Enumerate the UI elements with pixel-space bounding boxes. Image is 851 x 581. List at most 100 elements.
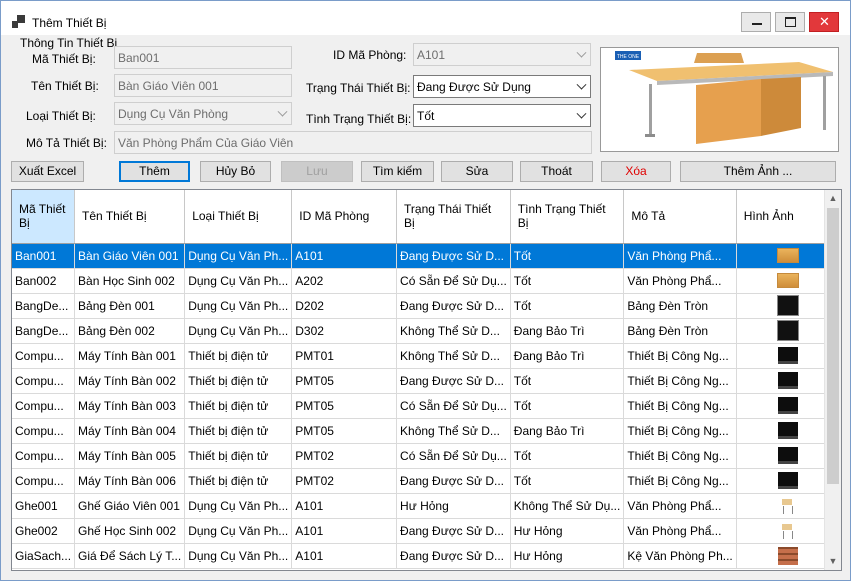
table-cell[interactable]: D202: [291, 293, 398, 319]
table-cell[interactable]: Đang Bảo Trì: [510, 418, 625, 444]
table-row[interactable]: Ban002 Bàn Học Sinh 002 Dụng Cụ Văn Ph... A…: [12, 268, 841, 294]
table-cell[interactable]: Đang Được Sử D...: [396, 518, 511, 544]
table-cell[interactable]: GiaSach...: [12, 543, 76, 569]
table-cell[interactable]: Thiết Bị Công Ng...: [623, 343, 737, 369]
table-cell[interactable]: PMT05: [291, 418, 398, 444]
table-cell[interactable]: PMT01: [291, 343, 398, 369]
table-cell[interactable]: Hư Hỏng: [510, 543, 625, 569]
table-cell[interactable]: Văn Phòng Phẩ...: [623, 493, 737, 519]
table-cell[interactable]: Compu...: [12, 468, 76, 494]
table-cell[interactable]: Bảng Đèn 001: [74, 293, 186, 319]
table-cell[interactable]: Dụng Cụ Văn Ph...: [184, 293, 293, 319]
cancel-button[interactable]: Hủy Bỏ: [200, 161, 271, 182]
table-cell[interactable]: Không Thể Sử Dụ...: [510, 493, 625, 519]
table-cell[interactable]: Tốt: [510, 468, 625, 494]
trang-thai-combobox[interactable]: Đang Được Sử Dụng: [413, 75, 591, 98]
table-cell[interactable]: Không Thể Sử D...: [396, 418, 511, 444]
table-cell[interactable]: A101: [291, 543, 398, 569]
table-cell[interactable]: Đang Bảo Trì: [510, 318, 625, 344]
table-cell[interactable]: Máy Tính Bàn 003: [74, 393, 186, 419]
edit-button[interactable]: Sửa: [441, 161, 513, 182]
table-row[interactable]: Compu... Máy Tính Bàn 002 Thiết bị điện tử…: [12, 368, 841, 394]
table-cell[interactable]: Thiết Bị Công Ng...: [623, 468, 737, 494]
table-cell[interactable]: Ban001: [12, 243, 76, 269]
table-cell[interactable]: Thiết bị điện tử: [184, 443, 293, 469]
table-row[interactable]: Compu... Máy Tính Bàn 001 Thiết bị điện tử…: [12, 343, 841, 369]
table-cell[interactable]: Văn Phòng Phẩ...: [623, 243, 737, 269]
table-cell[interactable]: Máy Tính Bàn 006: [74, 468, 186, 494]
table-row[interactable]: Ghe001 Ghế Giáo Viên 001 Dụng Cụ Văn Ph...…: [12, 493, 841, 519]
scroll-thumb[interactable]: [827, 208, 839, 484]
table-cell[interactable]: Đang Được Sử D...: [396, 468, 511, 494]
device-picture-box[interactable]: THE ONE: [600, 47, 839, 152]
table-cell[interactable]: Văn Phòng Phẩ...: [623, 518, 737, 544]
title-bar[interactable]: Thêm Thiết Bị ✕: [1, 1, 850, 35]
table-cell[interactable]: Bàn Học Sinh 002: [74, 268, 186, 294]
export-excel-button[interactable]: Xuất Excel: [11, 161, 84, 182]
table-row[interactable]: GiaSach... Giá Để Sách Lý T... Dụng Cụ Văn…: [12, 543, 841, 569]
table-cell[interactable]: Thiết bị điện tử: [184, 393, 293, 419]
table-cell[interactable]: BangDe...: [12, 318, 76, 344]
header-loai-thiet-bi[interactable]: Loại Thiết Bị: [184, 190, 293, 244]
maximize-button[interactable]: [775, 12, 805, 32]
table-cell[interactable]: Tốt: [510, 368, 625, 394]
table-cell[interactable]: Bàn Giáo Viên 001: [74, 243, 186, 269]
table-cell[interactable]: Tốt: [510, 443, 625, 469]
table-cell[interactable]: A202: [291, 268, 398, 294]
table-cell[interactable]: Bảng Đèn Tròn: [623, 293, 737, 319]
table-cell[interactable]: Tốt: [510, 293, 625, 319]
table-cell[interactable]: Tốt: [510, 268, 625, 294]
table-cell[interactable]: Ghế Học Sinh 002: [74, 518, 186, 544]
table-cell[interactable]: Đang Được Sử D...: [396, 368, 511, 394]
header-ma-thiet-bi[interactable]: Mã Thiết Bị: [12, 190, 76, 244]
table-cell[interactable]: Dụng Cụ Văn Ph...: [184, 493, 293, 519]
loai-thiet-bi-combobox[interactable]: Dụng Cụ Văn Phòng: [114, 102, 292, 125]
delete-button[interactable]: Xóa: [601, 161, 671, 182]
table-cell[interactable]: PMT02: [291, 468, 398, 494]
table-cell[interactable]: Compu...: [12, 443, 76, 469]
table-row[interactable]: Ban001 Bàn Giáo Viên 001 Dụng Cụ Văn Ph...…: [12, 243, 841, 269]
header-mo-ta[interactable]: Mô Tả: [623, 190, 737, 244]
table-cell[interactable]: Hư Hỏng: [510, 518, 625, 544]
table-cell[interactable]: Máy Tính Bàn 001: [74, 343, 186, 369]
table-cell[interactable]: Không Thể Sử D...: [396, 343, 511, 369]
ma-thiet-bi-field[interactable]: Ban001: [114, 46, 292, 69]
table-cell[interactable]: Ban002: [12, 268, 76, 294]
close-button[interactable]: ✕: [809, 12, 839, 32]
table-cell[interactable]: Có Sẵn Để Sử Dụ...: [396, 443, 511, 469]
table-cell[interactable]: Dụng Cụ Văn Ph...: [184, 518, 293, 544]
table-cell[interactable]: PMT05: [291, 368, 398, 394]
table-row[interactable]: Compu... Máy Tính Bàn 004 Thiết bị điện tử…: [12, 418, 841, 444]
table-cell[interactable]: Tốt: [510, 393, 625, 419]
table-cell[interactable]: A101: [291, 518, 398, 544]
table-row[interactable]: Compu... Máy Tính Bàn 006 Thiết bị điện tử…: [12, 468, 841, 494]
scroll-down-arrow-icon[interactable]: ▼: [825, 553, 841, 570]
table-cell[interactable]: Compu...: [12, 393, 76, 419]
table-cell[interactable]: Compu...: [12, 418, 76, 444]
table-cell[interactable]: Bảng Đèn 002: [74, 318, 186, 344]
table-cell[interactable]: Đang Được Sử D...: [396, 543, 511, 569]
minimize-button[interactable]: [741, 12, 771, 32]
table-cell[interactable]: Đang Bảo Trì: [510, 343, 625, 369]
table-cell[interactable]: Máy Tính Bàn 002: [74, 368, 186, 394]
exit-button[interactable]: Thoát: [520, 161, 593, 182]
table-cell[interactable]: A101: [291, 243, 398, 269]
table-row[interactable]: Compu... Máy Tính Bàn 003 Thiết bị điện tử…: [12, 393, 841, 419]
table-cell[interactable]: Giá Để Sách Lý T...: [74, 543, 186, 569]
table-cell[interactable]: Ghe001: [12, 493, 76, 519]
table-cell[interactable]: Bảng Đèn Tròn: [623, 318, 737, 344]
table-cell[interactable]: Thiết Bị Công Ng...: [623, 443, 737, 469]
header-ten-thiet-bi[interactable]: Tên Thiết Bị: [74, 190, 186, 244]
ten-thiet-bi-field[interactable]: Bàn Giáo Viên 001: [114, 74, 292, 97]
save-button[interactable]: Lưu: [281, 161, 353, 182]
table-cell[interactable]: PMT05: [291, 393, 398, 419]
search-button[interactable]: Tìm kiếm: [361, 161, 434, 182]
table-row[interactable]: Compu... Máy Tính Bàn 005 Thiết bị điện tử…: [12, 443, 841, 469]
table-cell[interactable]: Dụng Cụ Văn Ph...: [184, 243, 293, 269]
table-row[interactable]: BangDe... Bảng Đèn 001 Dụng Cụ Văn Ph... D2…: [12, 293, 841, 319]
scroll-up-arrow-icon[interactable]: ▲: [825, 190, 841, 207]
table-cell[interactable]: Ghế Giáo Viên 001: [74, 493, 186, 519]
mo-ta-field[interactable]: Văn Phòng Phẩm Của Giáo Viên: [114, 131, 592, 154]
table-cell[interactable]: Tốt: [510, 243, 625, 269]
device-grid[interactable]: Mã Thiết Bị Tên Thiết Bị Loại Thiết Bị ID M…: [11, 189, 842, 571]
